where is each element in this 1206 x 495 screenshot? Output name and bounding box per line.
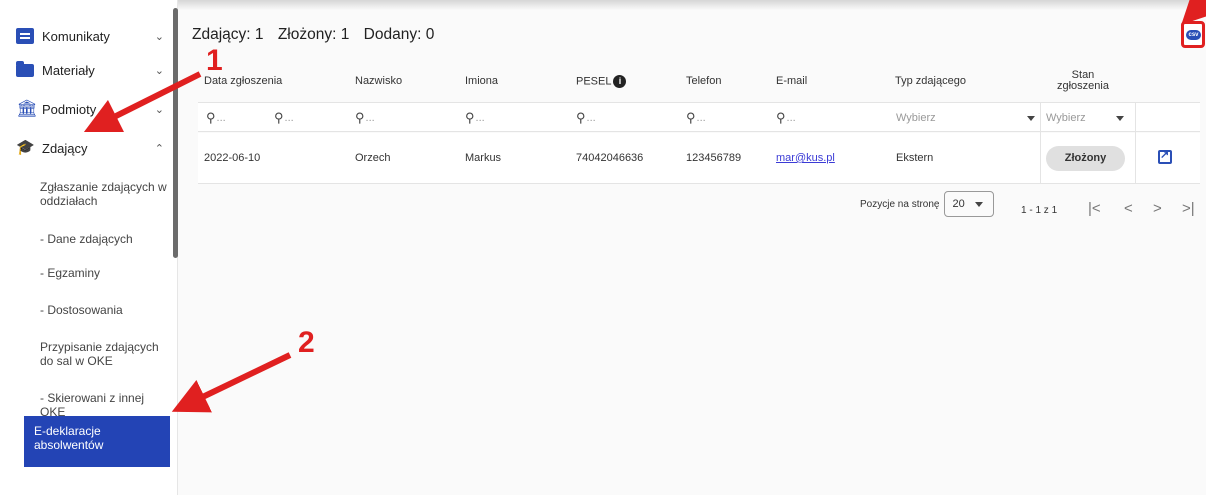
count-zdajacy: Zdający: 1 xyxy=(192,26,264,43)
search-icon: ⚲ xyxy=(686,110,696,125)
sidebar-item-zdajacy[interactable]: 🎓 Zdający ⌃ xyxy=(0,128,172,168)
sidebar-item-label: Materiały xyxy=(42,62,95,78)
search-icon: ⚲ xyxy=(576,110,586,125)
last-page-icon[interactable]: >| xyxy=(1182,200,1195,217)
sidebar-scrollbar[interactable] xyxy=(173,8,178,258)
search-icon: ⚲ xyxy=(776,110,786,125)
search-icon: ⚲ xyxy=(206,110,216,125)
chevron-down-icon: ⌄ xyxy=(154,103,164,116)
subitem-dostosowania[interactable]: - Dostosowania xyxy=(40,303,170,317)
sidebar-item-label: Komunikaty xyxy=(42,28,110,44)
applicants-table: Data zgłoszenia Nazwisko Imiona PESEL i T… xyxy=(198,60,1200,184)
filter-pesel[interactable]: ⚲... xyxy=(576,103,596,133)
sidebar-item-label: Podmioty xyxy=(42,101,97,117)
prev-page-icon[interactable]: < xyxy=(1124,200,1133,217)
next-page-icon[interactable]: > xyxy=(1153,200,1162,217)
page-size-select[interactable]: 20 xyxy=(943,191,994,217)
sidebar-item-label: Zdający xyxy=(42,140,88,156)
graduation-cap-icon: 🎓 xyxy=(16,139,35,156)
search-icon: ⚲ xyxy=(465,110,475,125)
cell-email: mar@kus.pl xyxy=(776,152,835,164)
email-link[interactable]: mar@kus.pl xyxy=(776,152,835,164)
caret-down-icon xyxy=(1116,116,1124,121)
subitem-e-deklaracje[interactable]: E-deklaracje absolwentów xyxy=(24,416,170,467)
subitem-zglaszanie[interactable]: Zgłaszanie zdających w oddziałach xyxy=(40,180,170,208)
cell-telefon: 123456789 xyxy=(686,152,742,164)
col-typ-zdajacego[interactable]: Typ zdającego xyxy=(895,75,966,87)
chevron-up-icon: ⌃ xyxy=(154,142,164,155)
annotation-arrow-2 xyxy=(171,352,292,413)
filter-stan-select[interactable]: Wybierz xyxy=(1046,103,1126,133)
count-dodany: Dodany: 0 xyxy=(363,26,435,43)
pager-size: Pozycje na stronę 20 xyxy=(860,191,994,217)
cell-date: 2022-06-10 xyxy=(204,152,261,164)
col-email[interactable]: E-mail xyxy=(776,75,807,87)
top-shadow xyxy=(178,0,1206,10)
csv-export-button[interactable]: csv xyxy=(1181,21,1205,48)
filter-imiona[interactable]: ⚲... xyxy=(465,103,485,133)
sidebar: Komunikaty ⌄ Materiały ⌄ 🏛 Podmioty ⌄ 🎓 … xyxy=(0,0,178,495)
summary-header: Zdający: 1 Złożony: 1 Dodany: 0 xyxy=(192,26,444,44)
filter-date-to[interactable]: ⚲... xyxy=(274,103,294,133)
table-header: Data zgłoszenia Nazwisko Imiona PESEL i T… xyxy=(198,60,1200,102)
column-divider xyxy=(1040,102,1041,184)
filter-date-from[interactable]: ⚲... xyxy=(206,103,226,133)
col-imiona[interactable]: Imiona xyxy=(465,75,498,87)
csv-cloud-icon: csv xyxy=(1186,30,1201,40)
caret-down-icon xyxy=(974,201,983,207)
filter-nazwisko[interactable]: ⚲... xyxy=(355,103,375,133)
column-divider xyxy=(1135,102,1136,184)
chevron-down-icon: ⌄ xyxy=(154,64,164,77)
subitem-egzaminy[interactable]: - Egzaminy xyxy=(40,266,170,280)
search-icon: ⚲ xyxy=(355,110,365,125)
filter-email[interactable]: ⚲... xyxy=(776,103,796,133)
col-telefon[interactable]: Telefon xyxy=(686,75,721,87)
cell-nazwisko: Orzech xyxy=(355,152,391,164)
chevron-down-icon: ⌄ xyxy=(154,30,164,43)
subitem-skierowani[interactable]: - Skierowani z innej OKE xyxy=(40,391,170,419)
filter-telefon[interactable]: ⚲... xyxy=(686,103,706,133)
count-zlozony: Złożony: 1 xyxy=(277,26,350,43)
cell-typ: Ekstern xyxy=(896,152,934,164)
sidebar-item-podmioty[interactable]: 🏛 Podmioty ⌄ xyxy=(0,89,172,129)
folder-icon xyxy=(16,60,34,77)
bank-icon: 🏛 xyxy=(16,99,38,118)
table-row[interactable]: 2022-06-10 Orzech Markus 74042046636 123… xyxy=(198,133,1200,184)
col-pesel-label: PESEL xyxy=(576,75,612,88)
cell-imiona: Markus xyxy=(465,152,502,164)
sidebar-item-materialy[interactable]: Materiały ⌄ xyxy=(0,50,172,90)
col-pesel[interactable]: PESEL i xyxy=(576,75,627,88)
status-button[interactable]: Złożony xyxy=(1046,146,1125,171)
col-nazwisko[interactable]: Nazwisko xyxy=(355,75,402,87)
subitem-dane-zdajacych[interactable]: - Dane zdających xyxy=(40,232,170,246)
pager-label: Pozycje na stronę xyxy=(860,198,940,210)
message-icon xyxy=(16,28,34,44)
first-page-icon[interactable]: |< xyxy=(1088,200,1101,217)
filter-row: ⚲... ⚲... ⚲... ⚲... ⚲... ⚲... ⚲... Wybie… xyxy=(198,102,1200,132)
pager-range: 1 - 1 z 1 xyxy=(1021,205,1058,216)
search-icon: ⚲ xyxy=(274,110,284,125)
col-stan-zgloszenia[interactable]: Stan zgłoszenia xyxy=(1048,70,1118,92)
annotation-number-1: 1 xyxy=(206,44,223,77)
info-icon[interactable]: i xyxy=(613,75,627,88)
caret-down-icon xyxy=(1027,116,1035,121)
cell-pesel: 74042046636 xyxy=(576,152,644,164)
annotation-number-2: 2 xyxy=(298,326,315,359)
subitem-przypisanie[interactable]: Przypisanie zdających do sal w OKE xyxy=(40,340,170,368)
filter-typ-select[interactable]: Wybierz xyxy=(896,103,1036,133)
open-external-icon[interactable] xyxy=(1158,148,1172,164)
